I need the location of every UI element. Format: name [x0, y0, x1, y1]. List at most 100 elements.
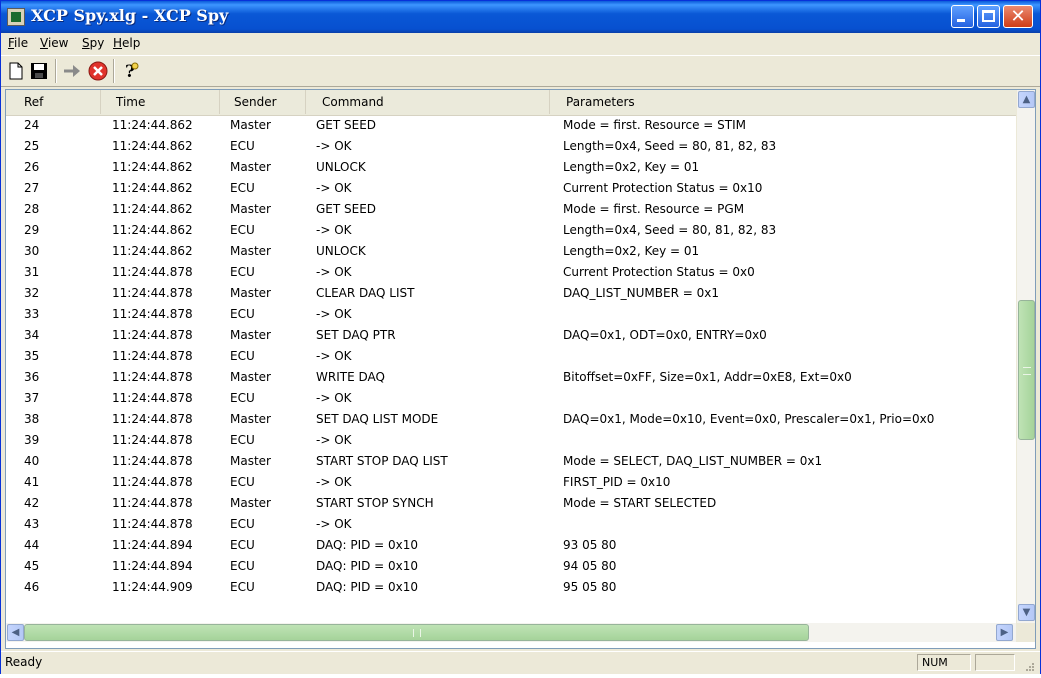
cell-sender: ECU [230, 391, 255, 405]
table-row[interactable]: 41 11:24:44.878 ECU -> OK FIRST_PID = 0x10 [6, 472, 1016, 493]
cell-time: 11:24:44.878 [112, 496, 193, 510]
save-icon[interactable] [28, 60, 50, 82]
message-list[interactable]: Ref Time Sender Command Parameters 24 11:… [5, 89, 1036, 649]
table-row[interactable]: 36 11:24:44.878 Master WRITE DAQ Bitoffset=0… [6, 367, 1016, 388]
cell-ref: 27 [24, 181, 40, 195]
cell-parameters: Bitoffset=0xFF, Size=0x1, Addr=0xE8, Ext… [563, 370, 852, 384]
cell-sender: ECU [230, 265, 255, 279]
table-row[interactable]: 38 11:24:44.878 Master SET DAQ LIST MODE DAQ… [6, 409, 1016, 430]
cell-time: 11:24:44.878 [112, 328, 193, 342]
cell-command: WRITE DAQ [316, 370, 385, 384]
table-row[interactable]: 24 11:24:44.862 Master GET SEED Mode = first… [6, 115, 1016, 136]
menu-help[interactable]: Help [113, 36, 140, 50]
cell-ref: 41 [24, 475, 40, 489]
table-row[interactable]: 43 11:24:44.878 ECU -> OK [6, 514, 1016, 535]
table-row[interactable]: 31 11:24:44.878 ECU -> OK Current Protectio… [6, 262, 1016, 283]
menu-bar: File View Spy Help [1, 34, 1040, 54]
cell-sender: Master [230, 328, 271, 342]
cell-command: UNLOCK [316, 160, 366, 174]
cell-sender: ECU [230, 559, 255, 573]
cell-sender: ECU [230, 307, 255, 321]
grip-icon [1023, 367, 1031, 375]
horizontal-scrollbar[interactable]: ◀ ▶ [6, 623, 1016, 642]
cell-sender: ECU [230, 538, 255, 552]
stop-icon[interactable] [87, 60, 109, 82]
scroll-left-button[interactable]: ◀ [7, 624, 24, 641]
minimize-button[interactable] [951, 5, 974, 28]
menu-view[interactable]: View [40, 36, 68, 50]
table-row[interactable]: 45 11:24:44.894 ECU DAQ: PID = 0x10 94 05 80 [6, 556, 1016, 577]
cell-command: SET DAQ LIST MODE [316, 412, 439, 426]
status-panel-empty [975, 654, 1015, 671]
horizontal-scroll-thumb[interactable] [24, 624, 809, 641]
column-header-sender[interactable]: Sender [220, 90, 306, 114]
vertical-scrollbar[interactable]: ▲ ▼ [1016, 90, 1035, 623]
table-body: 24 11:24:44.862 Master GET SEED Mode = first… [6, 115, 1016, 623]
table-row[interactable]: 26 11:24:44.862 Master UNLOCK Length=0x2, Ke… [6, 157, 1016, 178]
close-icon: ✕ [1010, 6, 1026, 27]
table-row[interactable]: 29 11:24:44.862 ECU -> OK Length=0x4, Seed … [6, 220, 1016, 241]
cell-ref: 38 [24, 412, 40, 426]
column-header-command[interactable]: Command [306, 90, 550, 114]
menu-view-rest: iew [47, 36, 69, 50]
column-header-time[interactable]: Time [101, 90, 220, 114]
cell-ref: 35 [24, 349, 40, 363]
cell-ref: 39 [24, 433, 40, 447]
cell-parameters: 93 05 80 [563, 538, 617, 552]
table-row[interactable]: 39 11:24:44.878 ECU -> OK [6, 430, 1016, 451]
maximize-button[interactable] [977, 5, 1000, 28]
new-document-icon[interactable] [5, 60, 27, 82]
column-header-ref[interactable]: Ref [6, 90, 101, 114]
cell-command: -> OK [316, 433, 352, 447]
vertical-scroll-thumb[interactable] [1018, 300, 1035, 440]
help-icon[interactable]: ? [119, 60, 141, 82]
num-lock-indicator: NUM [917, 654, 971, 671]
cell-parameters: Current Protection Status = 0x0 [563, 265, 755, 279]
table-row[interactable]: 34 11:24:44.878 Master SET DAQ PTR DAQ=0x1, … [6, 325, 1016, 346]
cell-command: -> OK [316, 517, 352, 531]
cell-sender: ECU [230, 349, 255, 363]
cell-sender: ECU [230, 139, 255, 153]
table-row[interactable]: 40 11:24:44.878 Master START STOP DAQ LIST M… [6, 451, 1016, 472]
cell-parameters: Mode = first. Resource = PGM [563, 202, 745, 216]
table-row[interactable]: 37 11:24:44.878 ECU -> OK [6, 388, 1016, 409]
table-row[interactable]: 35 11:24:44.878 ECU -> OK [6, 346, 1016, 367]
resize-grip-icon[interactable] [1023, 659, 1035, 671]
scroll-right-button[interactable]: ▶ [996, 624, 1013, 641]
cell-parameters: Length=0x4, Seed = 80, 81, 82, 83 [563, 139, 777, 153]
toolbar: ? [1, 55, 1040, 87]
cell-ref: 24 [24, 118, 40, 132]
close-button[interactable]: ✕ [1003, 5, 1033, 28]
cell-ref: 31 [24, 265, 40, 279]
table-row[interactable]: 27 11:24:44.862 ECU -> OK Current Protectio… [6, 178, 1016, 199]
app-icon[interactable] [7, 8, 25, 26]
cell-parameters: 95 05 80 [563, 580, 617, 594]
table-row[interactable]: 25 11:24:44.862 ECU -> OK Length=0x4, Seed … [6, 136, 1016, 157]
cell-command: START STOP DAQ LIST [316, 454, 448, 468]
table-row[interactable]: 44 11:24:44.894 ECU DAQ: PID = 0x10 93 05 80 [6, 535, 1016, 556]
cell-time: 11:24:44.862 [112, 160, 193, 174]
go-arrow-icon[interactable] [61, 60, 83, 82]
cell-time: 11:24:44.862 [112, 223, 193, 237]
cell-time: 11:24:44.878 [112, 349, 193, 363]
scroll-down-button[interactable]: ▼ [1018, 604, 1035, 621]
table-row[interactable]: 33 11:24:44.878 ECU -> OK [6, 304, 1016, 325]
table-row[interactable]: 46 11:24:44.909 ECU DAQ: PID = 0x10 95 05 80 [6, 577, 1016, 598]
scroll-up-button[interactable]: ▲ [1018, 91, 1035, 108]
table-row[interactable]: 28 11:24:44.862 Master GET SEED Mode = first… [6, 199, 1016, 220]
cell-time: 11:24:44.862 [112, 244, 193, 258]
scroll-corner [1016, 623, 1035, 642]
table-row[interactable]: 32 11:24:44.878 Master CLEAR DAQ LIST DAQ_LI… [6, 283, 1016, 304]
status-text: Ready [5, 655, 43, 669]
grip-icon [413, 629, 421, 637]
table-row[interactable]: 30 11:24:44.862 Master UNLOCK Length=0x2, Ke… [6, 241, 1016, 262]
cell-command: UNLOCK [316, 244, 366, 258]
cell-time: 11:24:44.878 [112, 370, 193, 384]
menu-spy[interactable]: Spy [82, 36, 104, 50]
menu-file[interactable]: File [8, 36, 28, 50]
cell-time: 11:24:44.878 [112, 265, 193, 279]
cell-command: -> OK [316, 475, 352, 489]
title-bar[interactable]: XCP Spy.xlg - XCP Spy ✕ [1, 1, 1040, 33]
column-header-parameters[interactable]: Parameters [550, 90, 1016, 114]
table-row[interactable]: 42 11:24:44.878 Master START STOP SYNCH Mode… [6, 493, 1016, 514]
